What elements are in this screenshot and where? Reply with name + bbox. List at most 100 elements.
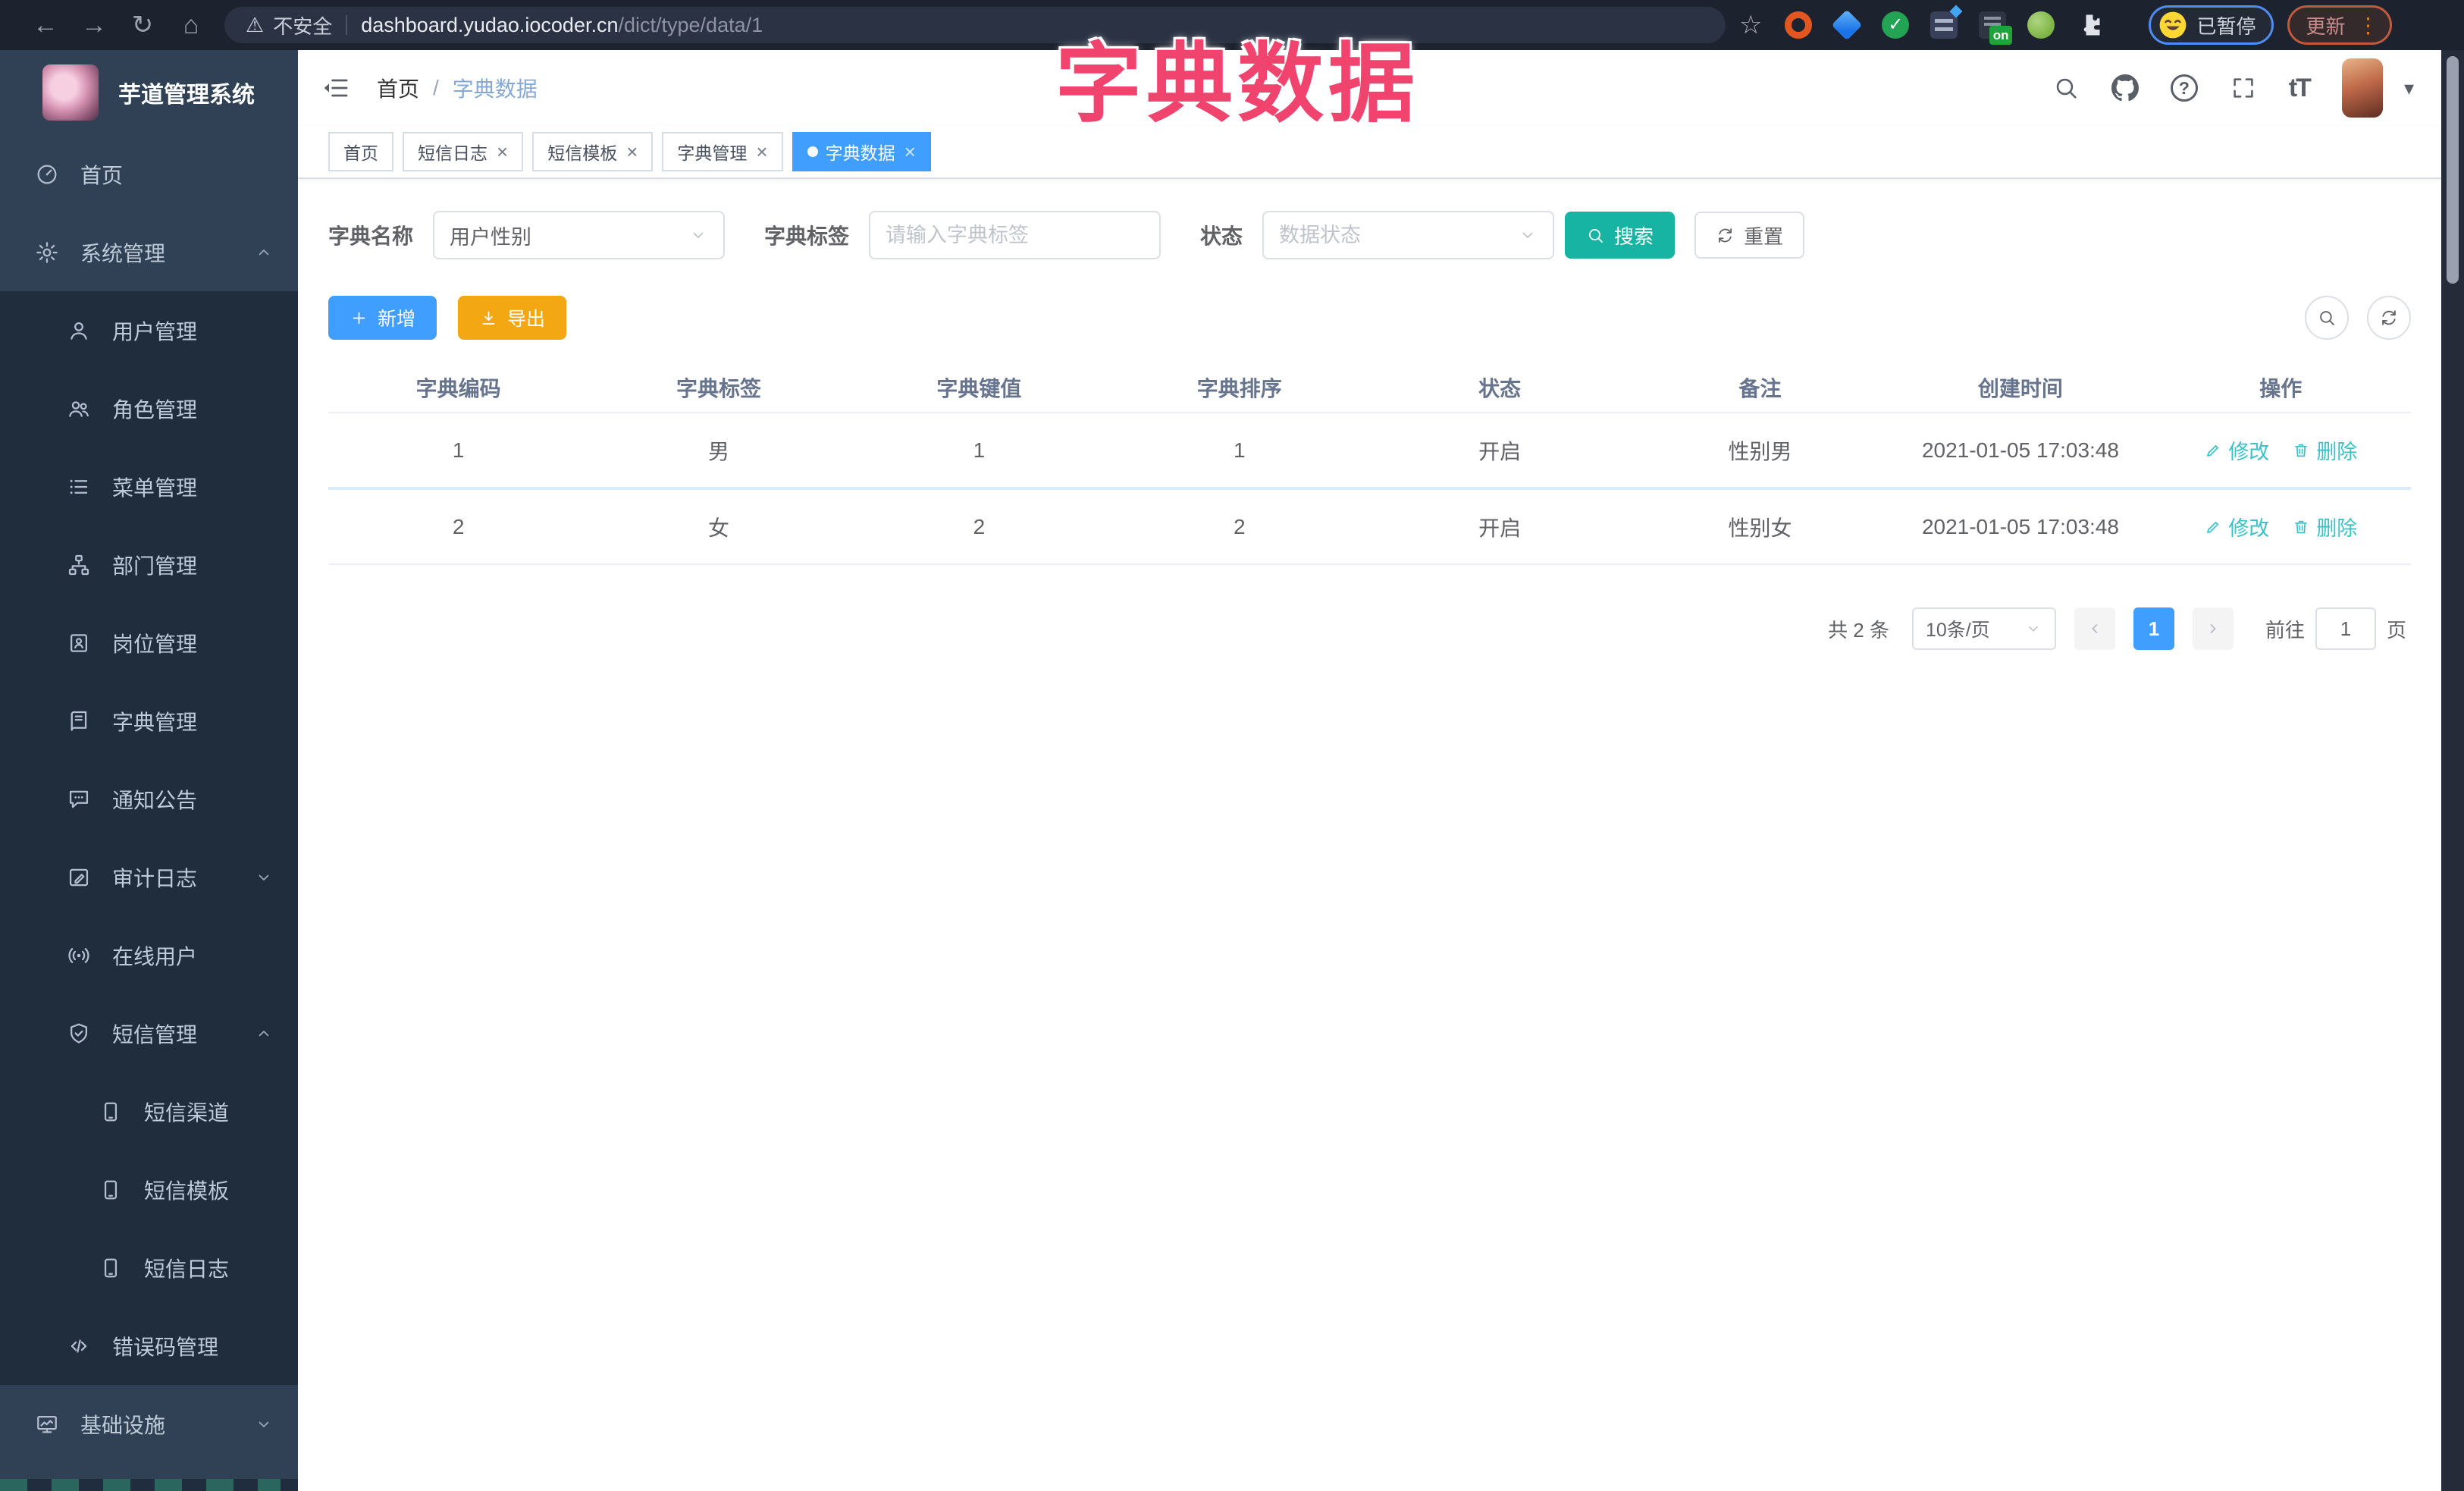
tab-close-icon[interactable]: × [756,142,767,162]
table-body: 1 男 1 1 开启 性别男 2021-01-05 17:03:48 修改 删除 2女22开… [328,413,2411,565]
search-icon[interactable] [2052,74,2080,102]
next-page-button[interactable] [2192,607,2234,650]
pagination-total: 共 2 条 [1828,618,1889,642]
delete-link[interactable]: 删除 [2292,512,2357,541]
extension-green-icon[interactable] [2027,11,2055,39]
tab-label: 字典管理 [677,143,748,163]
sidebar-item-sms[interactable]: 短信管理 [0,994,298,1072]
browser-home-icon[interactable]: ⌂ [167,11,215,40]
sidebar-menu: 首页 系统管理 用户管理 角色管理 菜单管理 部门管理 岗位管理 字典管理 通知… [0,135,298,1463]
edit-link[interactable]: 修改 [2204,512,2269,541]
sidebar-item-post[interactable]: 岗位管理 [0,604,298,682]
toggle-search-button[interactable] [2305,296,2349,340]
app-title: 芋道管理系统 [118,83,255,108]
extensions-puzzle-icon[interactable] [2076,11,2103,39]
browser-toolbar: ← → ↻ ⌂ ⚠ 不安全 dashboard.yudao.iocoder.cn… [0,0,2464,50]
edit-link[interactable]: 修改 [2204,435,2269,465]
tab-close-icon[interactable]: × [904,142,916,162]
sidebar-item-errcode[interactable]: 错误码管理 [0,1307,298,1385]
main-area: 首页 / 字典数据 ? tT ▾ 首页 短信日志 × 短信模板 × 字典管理 ×… [298,50,2441,1491]
bookmark-star-icon[interactable]: ☆ [1739,10,1762,40]
sidebar-item-sms-template[interactable]: 短信模板 [0,1150,298,1229]
sidebar-item-home[interactable]: 首页 [0,135,298,213]
extension-kite-icon[interactable] [1832,9,1863,41]
github-icon[interactable] [2111,74,2139,102]
extension-switch-icon[interactable]: on [1979,11,2013,45]
sidebar-item-dict[interactable]: 字典管理 [0,682,298,760]
filter-form: 字典名称 字典标签 状态 搜索 重置 [328,211,2411,259]
extension-orange-icon[interactable] [1785,11,1813,39]
column-header: 字典排序 [1109,363,1370,413]
sidebar-item-system[interactable]: 系统管理 [0,213,298,291]
dict-tag-input[interactable] [886,223,1145,247]
page-size-select[interactable]: 10条/页 [1911,607,2056,650]
sidebar-item-dept[interactable]: 部门管理 [0,526,298,604]
status-select-placeholder[interactable] [1279,223,1519,247]
dict-name-select-value[interactable] [450,223,689,247]
browser-reload-icon[interactable]: ↻ [118,10,167,40]
current-page-button[interactable]: 1 [2133,607,2174,650]
tab[interactable]: 字典数据 × [792,132,931,171]
security-label[interactable]: 不安全 [273,11,332,39]
scrollbar-thumb[interactable] [2447,56,2459,284]
font-size-icon[interactable]: tT [2289,74,2312,103]
tab-close-icon[interactable]: × [626,142,638,162]
gear-icon [35,240,59,265]
profile-paused-button[interactable]: 已暂停 [2149,5,2274,45]
sidebar-item-audit[interactable]: 审计日志 [0,838,298,916]
warning-icon: ⚠ [246,13,265,36]
delete-link[interactable]: 删除 [2292,435,2357,465]
breadcrumb-home-link[interactable]: 首页 [377,73,419,103]
edit-log-icon [67,865,91,890]
sidebar-item-online[interactable]: 在线用户 [0,916,298,994]
extension-sliders-icon[interactable] [1930,11,1958,39]
sidebar-item-user[interactable]: 用户管理 [0,291,298,369]
sidebar-item-label: 用户管理 [112,319,198,344]
tab-close-icon[interactable]: × [497,142,508,162]
tab[interactable]: 短信模板 × [532,132,654,171]
sidebar-item-sms-log[interactable]: 短信日志 [0,1229,298,1307]
sidebar-collapse-icon[interactable] [321,73,351,103]
export-button[interactable]: 导出 [458,296,567,340]
sidebar-item-sms-channel[interactable]: 短信渠道 [0,1072,298,1150]
avatar-caret-down-icon[interactable]: ▾ [2404,77,2414,100]
tab[interactable]: 首页 [328,132,393,171]
sidebar-item-notice[interactable]: 通知公告 [0,760,298,838]
refresh-table-button[interactable] [2367,296,2411,340]
sidebar-logo[interactable]: 芋道管理系统 [0,50,298,135]
sidebar-item-menu[interactable]: 菜单管理 [0,447,298,526]
url-host: dashboard.yudao.iocoder.cn [361,13,619,36]
page-unit-label: 页 [2386,618,2406,642]
browser-forward-icon[interactable]: → [70,11,118,40]
table-settings [2305,296,2411,340]
menu-dots-icon[interactable]: ⋮ [2358,13,2379,38]
browser-back-icon[interactable]: ← [21,11,70,40]
search-button[interactable]: 搜索 [1565,212,1676,259]
browser-update-button[interactable]: 更新 ⋮ [2287,5,2392,45]
goto-page-input[interactable] [2315,607,2376,650]
sidebar-item-label: 短信日志 [144,1257,230,1281]
table-cell: 性别女 [1629,488,1891,565]
prev-page-button[interactable] [2074,607,2115,650]
sidebar-item-role[interactable]: 角色管理 [0,369,298,447]
reset-button[interactable]: 重置 [1694,212,1805,259]
address-bar[interactable]: ⚠ 不安全 dashboard.yudao.iocoder.cn/dict/ty… [224,7,1726,43]
fullscreen-icon[interactable] [2230,74,2257,102]
add-button[interactable]: 新增 [328,296,437,340]
tab[interactable]: 短信日志 × [403,132,524,171]
sidebar-item-label: 部门管理 [112,554,198,578]
column-header: 操作 [2150,363,2411,413]
docs-help-icon[interactable]: ? [2170,74,2198,102]
status-select[interactable] [1262,211,1555,259]
sidebar-item-infra[interactable]: 基础设施 [0,1385,298,1463]
update-label: 更新 [2306,14,2346,38]
shield-check-icon [67,1022,91,1046]
extension-check-icon[interactable]: ✓ [1882,11,1910,39]
tab[interactable]: 字典管理 × [662,132,783,171]
dashboard-icon [35,162,59,187]
table-cell: 1 [848,413,1110,490]
dict-name-select[interactable] [433,211,726,259]
table-cell: 2021-01-05 17:03:48 [1890,488,2151,565]
sidebar-item-label: 角色管理 [112,397,198,422]
user-avatar[interactable] [2341,58,2383,118]
